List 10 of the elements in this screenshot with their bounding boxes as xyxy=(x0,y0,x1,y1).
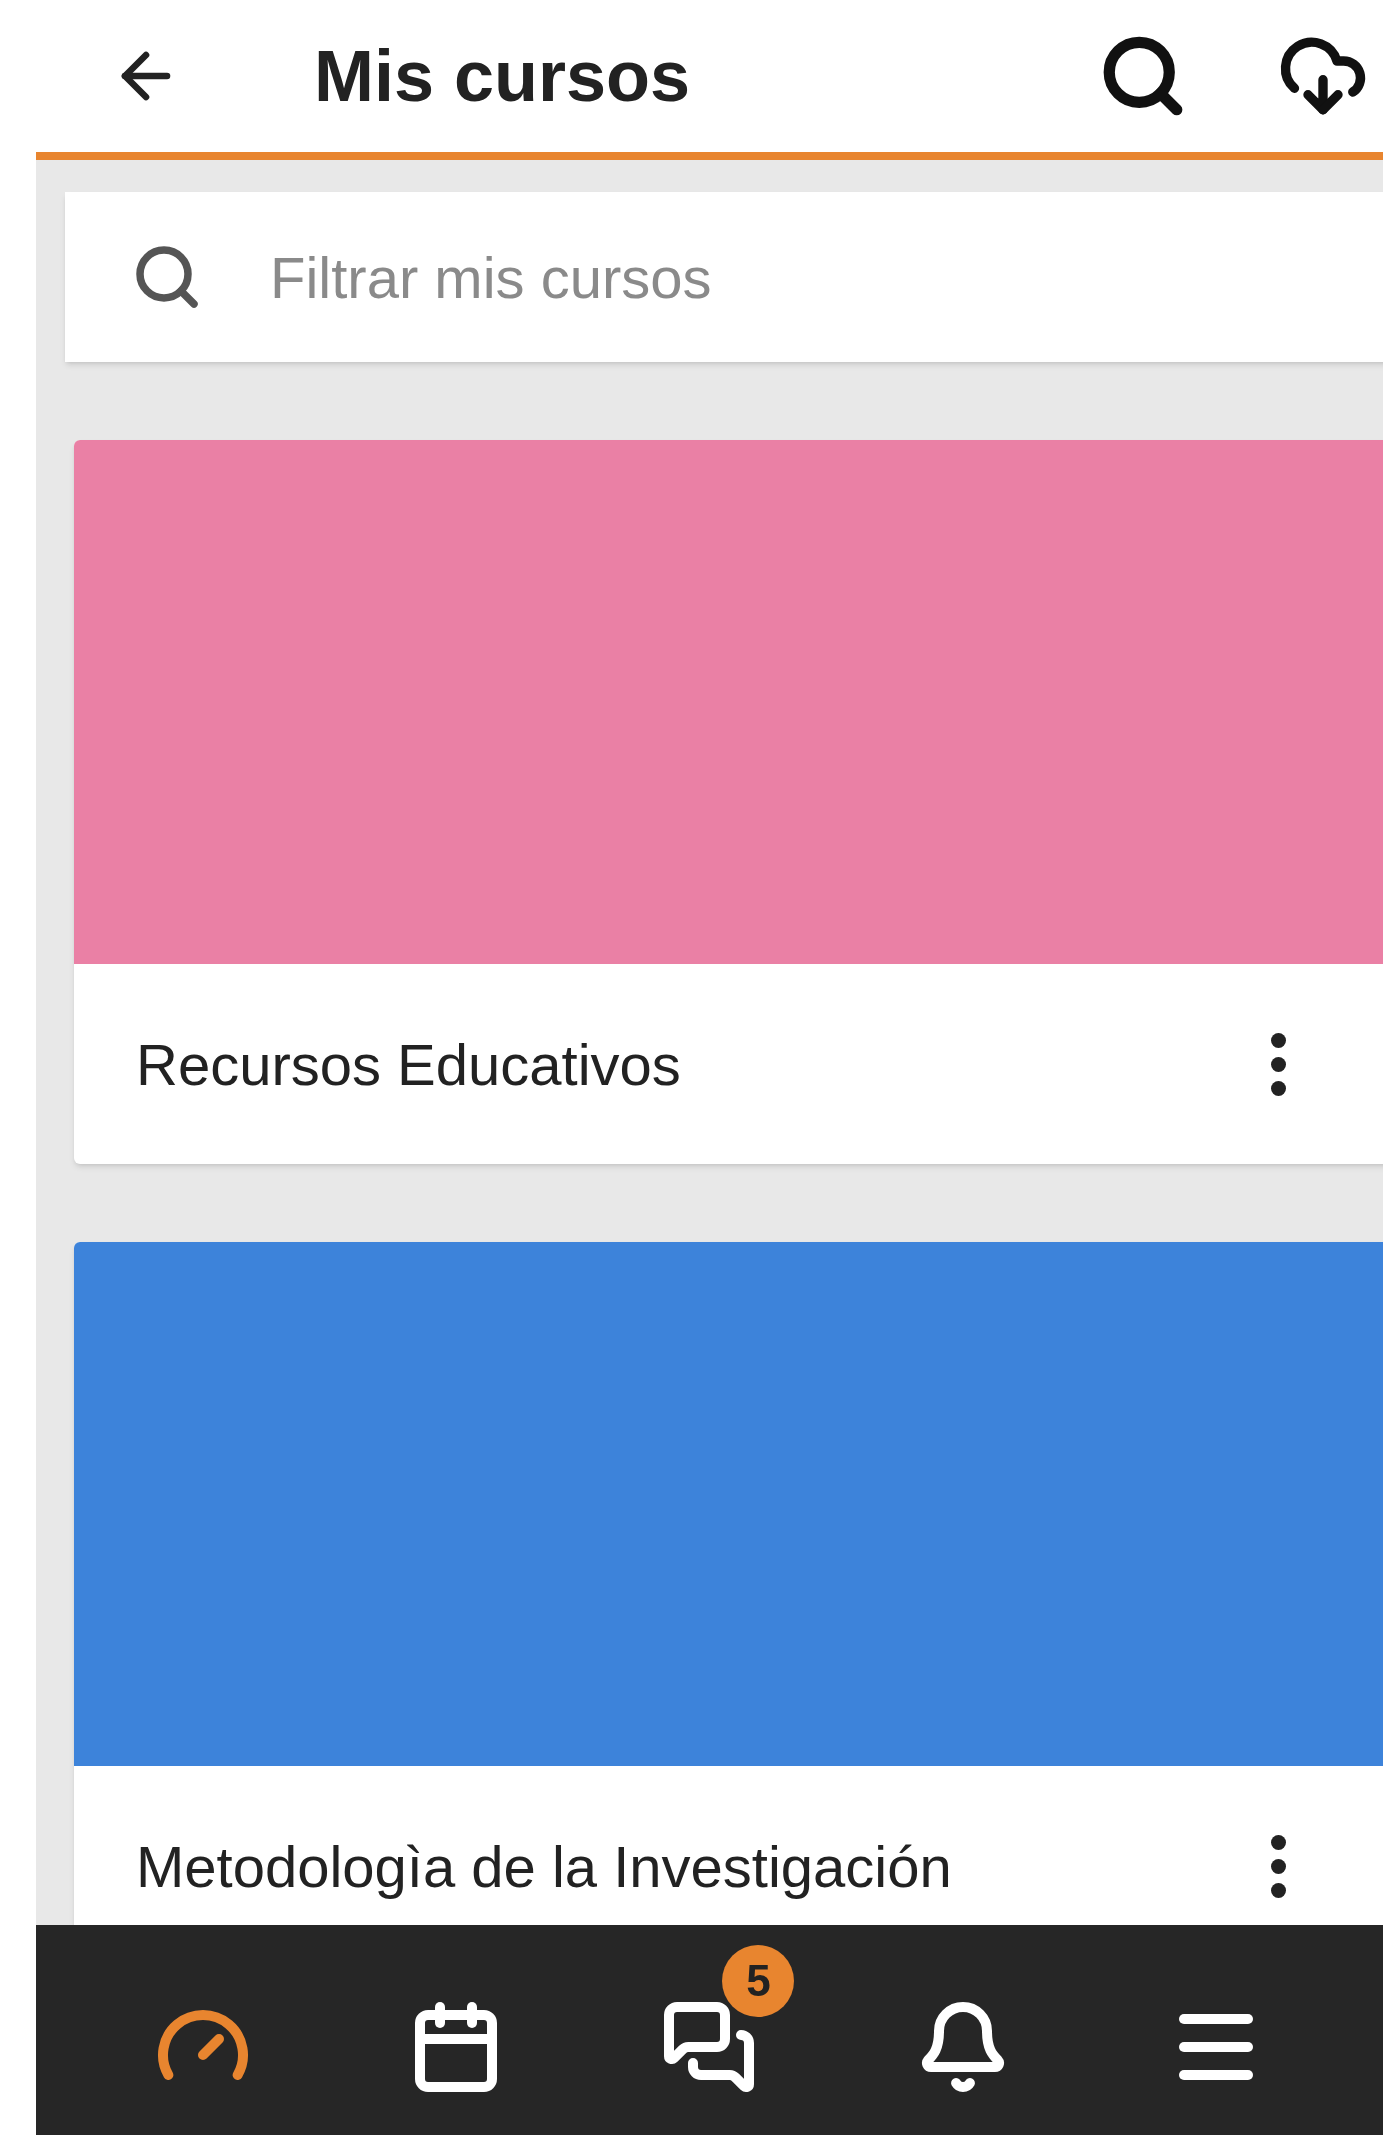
course-card[interactable]: Metodologìa de la Investigación xyxy=(74,1242,1383,1925)
search-field[interactable]: Filtrar mis cursos xyxy=(65,192,1383,362)
course-title: Metodologìa de la Investigación xyxy=(136,1832,952,1901)
course-card[interactable]: Recursos Educativos xyxy=(74,440,1383,1164)
vertical-dots-icon xyxy=(1270,1032,1286,1096)
course-title: Recursos Educativos xyxy=(136,1030,681,1099)
nav-tab[interactable]: 5 xyxy=(624,1945,795,2115)
vertical-dots-icon xyxy=(1270,1834,1286,1898)
unread-badge: 5 xyxy=(722,1945,795,2017)
page-title: Mis cursos xyxy=(314,35,691,118)
